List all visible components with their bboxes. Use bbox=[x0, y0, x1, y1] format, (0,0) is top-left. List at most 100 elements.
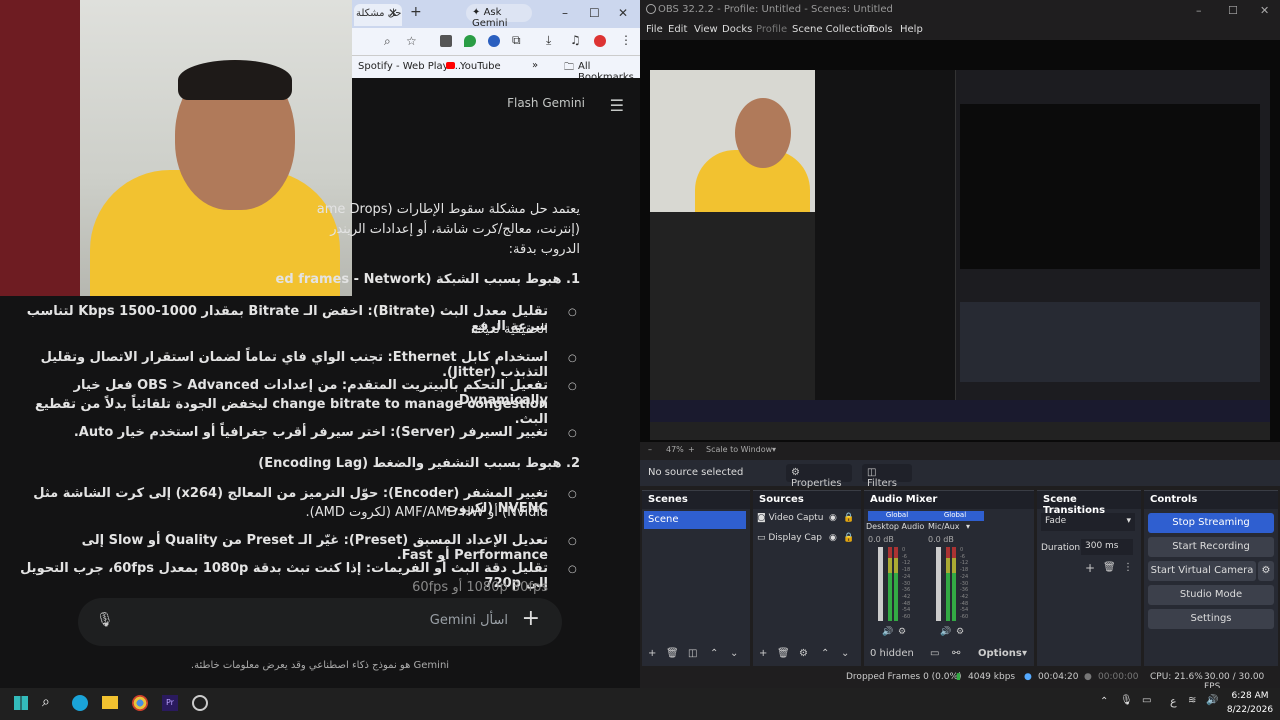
obs-preview[interactable] bbox=[640, 40, 1280, 442]
lock-icon[interactable]: 🔒 bbox=[843, 533, 854, 543]
link-icon[interactable]: ⚯ bbox=[952, 648, 960, 659]
obs-minimize-icon[interactable]: – bbox=[1196, 4, 1202, 17]
clock-date[interactable]: 8/22/2026 bbox=[1226, 705, 1274, 715]
wifi-icon[interactable]: ≋ bbox=[1188, 695, 1196, 706]
chevron-up-icon[interactable]: ⌃ bbox=[1100, 696, 1108, 707]
source-item[interactable]: ◙ Video Captu ◉ 🔒 bbox=[757, 513, 857, 529]
transition-select[interactable]: Fade ▾ bbox=[1041, 513, 1135, 531]
add-source-icon[interactable]: + bbox=[759, 648, 767, 659]
extension-icon[interactable] bbox=[440, 35, 452, 47]
chevron-down-icon[interactable]: ▾ bbox=[772, 445, 776, 454]
scale-select[interactable]: Scale to Window bbox=[706, 445, 772, 454]
chevron-down-icon[interactable]: ▾ bbox=[1022, 648, 1027, 659]
zoom-level[interactable]: 47% bbox=[666, 445, 684, 454]
controls-dock: Controls Stop Streaming Start Recording … bbox=[1144, 490, 1278, 666]
prompt-input[interactable]: 🎙 اسأل Gemini + bbox=[78, 598, 562, 646]
menu-icon[interactable]: ⋮ bbox=[620, 33, 632, 47]
volume-slider-2[interactable] bbox=[936, 547, 941, 621]
windows-start-icon[interactable] bbox=[14, 696, 28, 710]
minimize-icon[interactable]: – bbox=[562, 6, 568, 20]
move-down-icon[interactable]: ⌄ bbox=[730, 648, 738, 659]
more-icon[interactable]: ⋮ bbox=[1123, 562, 1133, 573]
menu-profile[interactable]: Profile bbox=[756, 24, 787, 35]
gear-icon[interactable]: ⚙ bbox=[898, 627, 906, 637]
duration-input[interactable]: 300 ms bbox=[1081, 539, 1133, 555]
trash-icon[interactable]: 🗑 bbox=[777, 648, 790, 659]
trash-icon[interactable]: 🗑 bbox=[1103, 562, 1116, 573]
hidden-count: 0 hidden bbox=[870, 648, 914, 659]
gemini-title[interactable]: Flash Gemini bbox=[507, 96, 585, 110]
star-icon[interactable]: ☆ bbox=[406, 34, 417, 48]
obs-taskbar-icon[interactable] bbox=[192, 695, 208, 711]
clock-time[interactable]: 6:28 AM bbox=[1226, 691, 1274, 701]
scene-item[interactable]: Scene bbox=[644, 511, 746, 529]
language-indicator[interactable]: ع bbox=[1170, 695, 1177, 708]
new-tab-icon[interactable]: + bbox=[410, 4, 422, 20]
zoom-in-icon[interactable]: + bbox=[688, 445, 695, 454]
close-window-icon[interactable]: ✕ bbox=[618, 6, 628, 20]
obs-close-icon[interactable]: ✕ bbox=[1260, 4, 1269, 17]
menu-view[interactable]: View bbox=[694, 24, 718, 35]
filters-button[interactable]: ◫ Filters bbox=[862, 464, 912, 489]
bookmark-youtube[interactable]: YouTube bbox=[460, 61, 501, 72]
properties-button[interactable]: ⚙ Properties bbox=[786, 464, 852, 489]
hamburger-icon[interactable]: ☰ bbox=[610, 96, 624, 115]
monitor-icon[interactable]: ▭ bbox=[1142, 695, 1151, 706]
download-icon[interactable]: ⤓ bbox=[546, 33, 551, 48]
more-bookmarks-icon[interactable]: » bbox=[532, 60, 538, 71]
menu-edit[interactable]: Edit bbox=[668, 24, 687, 35]
add-icon[interactable]: + bbox=[522, 606, 540, 631]
source-item[interactable]: ▭ Display Cap ◉ 🔒 bbox=[757, 533, 857, 549]
obs-maximize-icon[interactable]: ☐ bbox=[1228, 4, 1238, 17]
start-virtual-camera-button[interactable]: Start Virtual Camera bbox=[1148, 561, 1256, 581]
add-scene-icon[interactable]: + bbox=[648, 648, 656, 659]
settings-button[interactable]: Settings bbox=[1148, 609, 1274, 629]
ask-gemini-button[interactable]: ✦ Ask Gemini bbox=[466, 4, 532, 29]
add-transition-icon[interactable]: + bbox=[1085, 561, 1095, 575]
gear-icon[interactable]: ⚙ bbox=[1258, 561, 1274, 581]
start-recording-button[interactable]: Start Recording bbox=[1148, 537, 1274, 557]
speaker-icon[interactable]: 🔊 bbox=[940, 627, 951, 637]
move-down-icon[interactable]: ⌄ bbox=[841, 648, 849, 659]
maximize-icon[interactable]: ☐ bbox=[589, 6, 600, 20]
chrome-icon[interactable] bbox=[132, 695, 148, 711]
menu-help[interactable]: Help bbox=[900, 24, 923, 35]
premiere-icon[interactable]: Pr bbox=[162, 695, 178, 711]
speaker-icon[interactable]: 🔊 bbox=[882, 627, 893, 637]
profile-icon[interactable] bbox=[594, 35, 606, 47]
chevron-down-icon[interactable]: ▾ bbox=[966, 522, 970, 531]
menu-scene-collection[interactable]: Scene Collection bbox=[792, 24, 875, 35]
media-icon[interactable]: ♫ bbox=[570, 33, 581, 47]
zoom-out-icon[interactable]: – bbox=[648, 445, 652, 454]
search-icon[interactable]: ⌕ bbox=[384, 34, 391, 49]
trash-icon[interactable]: 🗑 bbox=[666, 648, 679, 659]
menu-tools[interactable]: Tools bbox=[868, 24, 893, 35]
close-tab-icon[interactable]: ✕ bbox=[388, 6, 398, 20]
move-up-icon[interactable]: ⌃ bbox=[821, 648, 829, 659]
menu-docks[interactable]: Docks bbox=[722, 24, 752, 35]
eye-icon[interactable]: ◉ bbox=[829, 533, 837, 543]
eye-icon[interactable]: ◉ bbox=[829, 513, 837, 523]
search-icon[interactable]: ⌕ bbox=[42, 694, 50, 710]
file-explorer-icon[interactable] bbox=[102, 696, 118, 709]
studio-mode-button[interactable]: Studio Mode bbox=[1148, 585, 1274, 605]
mixer-footer: 0 hidden ▭ ⚯ Options ▾ bbox=[864, 644, 1034, 666]
move-up-icon[interactable]: ⌃ bbox=[710, 648, 718, 659]
shield-icon[interactable] bbox=[464, 35, 476, 47]
vpn-icon[interactable] bbox=[488, 35, 500, 47]
volume-icon[interactable]: 🔊 bbox=[1206, 695, 1218, 706]
microphone-icon[interactable]: 🎙 bbox=[96, 612, 114, 628]
gear-icon[interactable]: ⚙ bbox=[956, 627, 964, 637]
filter-icon[interactable]: ◫ bbox=[688, 648, 697, 659]
mic-icon[interactable]: 🎙 bbox=[1120, 695, 1133, 706]
edge-icon[interactable] bbox=[72, 695, 88, 711]
options-button[interactable]: Options bbox=[978, 648, 1022, 659]
mixer-layout-icon[interactable]: ▭ bbox=[930, 648, 939, 659]
stop-streaming-button[interactable]: Stop Streaming bbox=[1148, 513, 1274, 533]
volume-slider-1[interactable] bbox=[878, 547, 883, 621]
lock-icon[interactable]: 🔒 bbox=[843, 513, 854, 523]
menu-file[interactable]: File bbox=[646, 24, 663, 35]
person-hair bbox=[178, 60, 292, 100]
gear-icon[interactable]: ⚙ bbox=[799, 648, 808, 659]
puzzle-icon[interactable]: ⧉ bbox=[512, 33, 521, 48]
